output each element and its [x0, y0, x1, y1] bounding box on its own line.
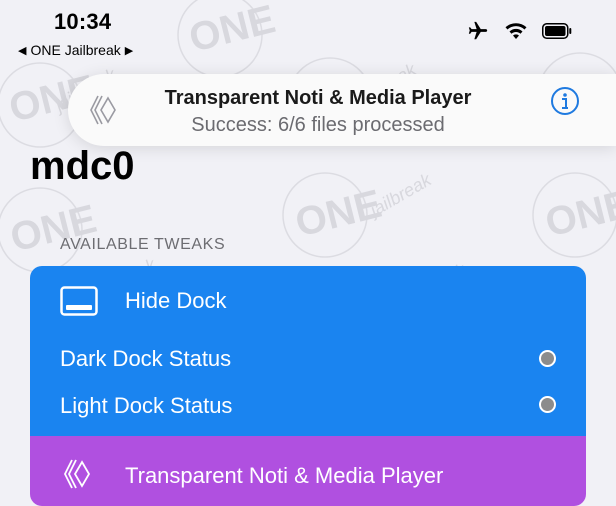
option-label: Dark Dock Status [60, 346, 232, 371]
status-icons [466, 20, 572, 42]
hexagon-logo-icon [63, 459, 91, 489]
back-app-label: ONE Jailbreak [30, 42, 121, 58]
watermark-brand: ONE [541, 182, 616, 246]
option-toggle[interactable] [539, 396, 556, 413]
option-toggle[interactable] [539, 350, 556, 367]
tweak-row-hide-dock[interactable]: Hide Dock [30, 266, 586, 334]
watermark-brand: ONE [291, 182, 386, 246]
tweak-row-transparent-noti[interactable]: Transparent Noti & Media Player [30, 436, 586, 506]
tweak-title: Transparent Noti & Media Player [125, 463, 444, 488]
forward-arrow-icon: ▶ [124, 44, 134, 57]
tweaks-list: Hide Dock Dark Dock Status Light Dock St… [30, 266, 586, 506]
notification-subtitle: Success: 6/6 files processed [191, 114, 445, 136]
wifi-icon [505, 23, 527, 39]
page-title: mdc0 [30, 144, 135, 188]
watermark-tag: jailbreak [364, 169, 436, 222]
section-label: AVAILABLE TWEAKS [60, 236, 226, 253]
notification-title: Transparent Noti & Media Player [164, 87, 472, 109]
dock-icon [60, 286, 98, 316]
notification-banner[interactable]: Transparent Noti & Media Player Success:… [68, 74, 616, 146]
tweak-group-hide-dock: Hide Dock Dark Dock Status Light Dock St… [30, 266, 586, 436]
status-time: 10:34 [54, 9, 112, 34]
back-arrow-icon: ◀ [18, 44, 27, 57]
tweak-title: Hide Dock [125, 288, 227, 313]
watermark-brand: ONE [185, 0, 280, 61]
info-icon[interactable] [550, 86, 580, 116]
tweak-group-transparent-noti: Transparent Noti & Media Player [30, 436, 586, 506]
tweak-option-dark-dock-status[interactable]: Dark Dock Status [30, 338, 586, 384]
airplane-icon [468, 21, 488, 40]
tweak-option-light-dock-status[interactable]: Light Dock Status [30, 384, 586, 430]
battery-icon [542, 23, 572, 39]
option-label: Light Dock Status [60, 393, 233, 418]
back-to-app-link[interactable]: ◀ ONE Jailbreak ▶ [18, 42, 133, 58]
